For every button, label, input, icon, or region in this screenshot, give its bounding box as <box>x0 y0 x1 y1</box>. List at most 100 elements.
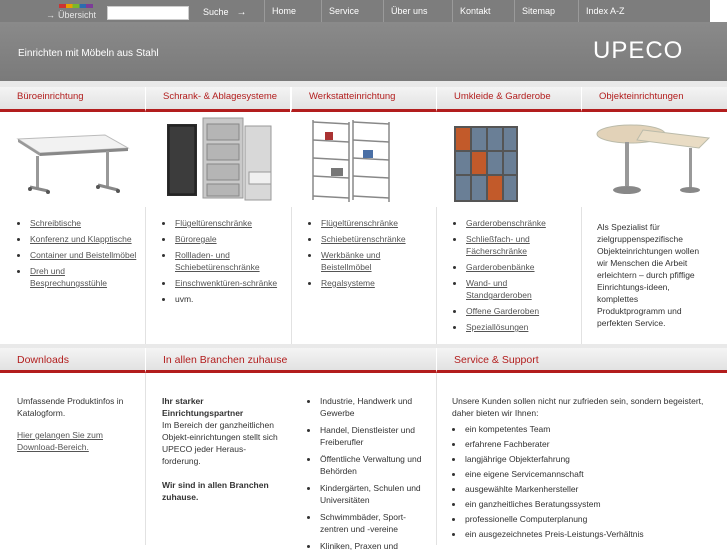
list-item[interactable]: Schreibtische <box>17 217 137 229</box>
section-title: Downloads <box>17 354 69 366</box>
search-button[interactable]: Suche → <box>203 7 247 18</box>
list-item: Industrie, Handwerk und Gewerbe <box>307 395 427 419</box>
product-images <box>0 112 727 207</box>
list-item[interactable]: Einschwenktüren-schränke <box>162 277 282 289</box>
arrow-right-icon: → <box>236 7 247 18</box>
link[interactable]: Konferenz und Klapptische <box>30 234 132 244</box>
nav-about[interactable]: Über uns <box>383 0 428 22</box>
divider <box>436 373 437 545</box>
list-item[interactable]: Speziallösungen <box>453 321 573 333</box>
download-link[interactable]: Hier gelangen Sie zum Download-Bereich. <box>17 429 127 453</box>
link[interactable]: Schließfach- und Fächerschränke <box>466 234 530 256</box>
link[interactable]: Schreibtische <box>30 218 81 228</box>
cabinet-image[interactable] <box>145 112 290 207</box>
category-label[interactable]: Umkleide & Garderobe <box>454 91 551 102</box>
search-input[interactable] <box>107 6 189 20</box>
list-item[interactable]: Schließfach- und Fächerschränke <box>453 233 573 257</box>
category-werkstatt[interactable]: Werkstatteinrichtung <box>291 87 436 112</box>
category-schrank[interactable]: Schrank- & Ablagesysteme <box>145 87 290 112</box>
list-item[interactable]: Flügeltürenschränke <box>308 217 428 229</box>
link[interactable]: Container und Beistellmöbel <box>30 250 136 260</box>
color-strip <box>59 4 93 8</box>
top-nav-left: → Übersicht Suche → <box>0 0 264 22</box>
list-item[interactable]: Garderobenbänke <box>453 261 573 273</box>
nav-contact[interactable]: Kontakt <box>452 0 491 22</box>
nav-home[interactable]: Home <box>264 0 296 22</box>
divider <box>145 373 146 545</box>
text: uvm. <box>175 294 194 304</box>
divider <box>145 207 146 347</box>
object-table-image[interactable] <box>581 112 727 207</box>
objekt-description: Als Spezialist für zielgruppenspezifisch… <box>597 222 700 328</box>
category-objekt[interactable]: Objekteinrichtungen <box>581 87 727 112</box>
divider <box>581 207 582 347</box>
desk-image[interactable] <box>0 112 145 207</box>
list-item: ein ausgezeichnetes Preis-Leistungs-Verh… <box>452 528 722 540</box>
list-item: uvm. <box>162 293 282 305</box>
list-item: langjährige Objekterfahrung <box>452 453 722 465</box>
link[interactable]: Werkbänke und Beistellmöbel <box>321 250 380 272</box>
downloads-text: Umfassende Produktinfos in Katalogform. <box>17 396 124 418</box>
section-title: In allen Branchen zuhause <box>163 354 288 366</box>
list-item[interactable]: Flügeltürenschränke <box>162 217 282 229</box>
locker-image[interactable] <box>436 112 581 207</box>
category-label[interactable]: Werkstatteinrichtung <box>309 91 395 102</box>
link[interactable]: Offene Garderoben <box>466 306 539 316</box>
nav-sitemap[interactable]: Sitemap <box>514 0 555 22</box>
list-item[interactable]: Dreh und Besprechungsstühle <box>17 265 137 289</box>
nav-service[interactable]: Service <box>321 0 359 22</box>
link[interactable]: Flügeltürenschränke <box>321 218 398 228</box>
divider <box>436 207 437 347</box>
link[interactable]: Garderobenbänke <box>466 262 535 272</box>
arrow-right-icon: → <box>46 10 55 20</box>
category-label[interactable]: Büroeinrichtung <box>17 91 84 102</box>
list-item[interactable]: Werkbänke und Beistellmöbel <box>308 249 428 273</box>
link[interactable]: Wand- und Standgarderoben <box>466 278 532 300</box>
nav-index[interactable]: Index A-Z <box>578 0 625 22</box>
list-item[interactable]: Büroregale <box>162 233 282 245</box>
link[interactable]: Schiebetürenschränke <box>321 234 406 244</box>
link[interactable]: Dreh und Besprechungsstühle <box>30 266 107 288</box>
category-label[interactable]: Schrank- & Ablagesysteme <box>163 91 277 102</box>
link[interactable]: Regalsysteme <box>321 278 375 288</box>
list-item: eine eigene Servicemannschaft <box>452 468 722 480</box>
list-item[interactable]: Garderobenschränke <box>453 217 573 229</box>
list-item: Öffentliche Verwaltung und Behörden <box>307 453 427 477</box>
section-service: Service & Support <box>436 348 727 373</box>
branchen-list: Industrie, Handwerk und Gewerbe Handel, … <box>307 395 427 557</box>
top-bar: → Übersicht Suche → Home Service Über uns … <box>0 0 727 22</box>
link[interactable]: Einschwenktüren-schränke <box>175 278 277 288</box>
list-item: Kindergärten, Schulen und Universitäten <box>307 482 427 506</box>
link[interactable]: Rollladen- und Schiebetürenschränke <box>175 250 260 272</box>
branchen-text: Ihr starker Einrichtungspartner Im Berei… <box>162 395 282 503</box>
list-item[interactable]: Container und Beistellmöbel <box>17 249 137 261</box>
link[interactable]: Flügeltürenschränke <box>175 218 252 228</box>
link[interactable]: Garderobenschränke <box>466 218 546 228</box>
list-item: Schwimmbäder, Sport-zentren und -vereine <box>307 511 427 535</box>
shelf-image[interactable] <box>291 112 436 207</box>
list-item: professionelle Computerplanung <box>452 513 722 525</box>
nav-end <box>710 0 727 22</box>
header-band: Einrichten mit Möbeln aus Stahl UPECO <box>0 22 727 81</box>
list-item[interactable]: Rollladen- und Schiebetürenschränke <box>162 249 282 273</box>
list-item[interactable]: Schiebetürenschränke <box>308 233 428 245</box>
category-label[interactable]: Objekteinrichtungen <box>599 91 684 102</box>
branchen-claim: Wir sind in allen Branchen zuhause. <box>162 480 269 502</box>
category-umkleide[interactable]: Umkleide & Garderobe <box>436 87 581 112</box>
category-bueroeinrichtung[interactable]: Büroeinrichtung <box>0 87 145 112</box>
link[interactable]: Büroregale <box>175 234 217 244</box>
list-item: erfahrene Fachberater <box>452 438 722 450</box>
upeco-logo[interactable]: UPECO <box>593 37 683 65</box>
list-item: ein ganzheitliches Beratungssystem <box>452 498 722 510</box>
list-item[interactable]: Regalsysteme <box>308 277 428 289</box>
list-item: Kliniken, Praxen und <box>307 540 427 552</box>
list-item: ein kompetentes Team <box>452 423 722 435</box>
search-label: Suche <box>203 7 229 17</box>
section-title: Service & Support <box>454 354 539 366</box>
link[interactable]: Speziallösungen <box>466 322 528 332</box>
list-item[interactable]: Offene Garderoben <box>453 305 573 317</box>
list-item[interactable]: Wand- und Standgarderoben <box>453 277 573 301</box>
list-item[interactable]: Konferenz und Klapptische <box>17 233 137 245</box>
overview-link[interactable]: → Übersicht <box>46 10 96 20</box>
section-downloads: Downloads <box>0 348 145 373</box>
